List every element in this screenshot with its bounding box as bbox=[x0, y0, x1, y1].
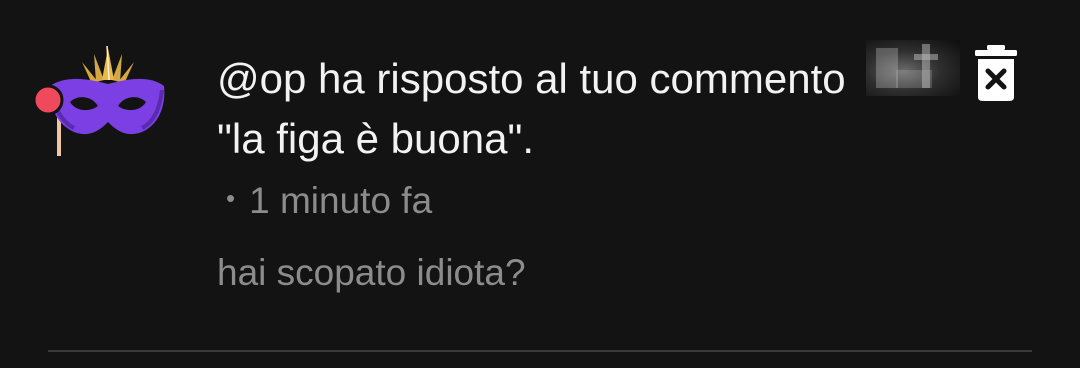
masquerade-mask-icon[interactable] bbox=[28, 42, 168, 160]
bullet-separator: • bbox=[226, 183, 236, 213]
notification-timestamp: • 1 minuto fa bbox=[226, 176, 432, 223]
timestamp-text: 1 minuto fa bbox=[249, 180, 433, 221]
list-divider bbox=[48, 350, 1032, 352]
comment-preview: hai scopato idiota? bbox=[217, 252, 526, 293]
trash-icon[interactable] bbox=[972, 43, 1020, 103]
notification-title: @op ha risposto al tuo commento "la figa… bbox=[217, 55, 846, 162]
notification-item[interactable]: @op ha risposto al tuo commento "la figa… bbox=[0, 0, 1080, 368]
post-thumbnail[interactable] bbox=[866, 40, 960, 96]
